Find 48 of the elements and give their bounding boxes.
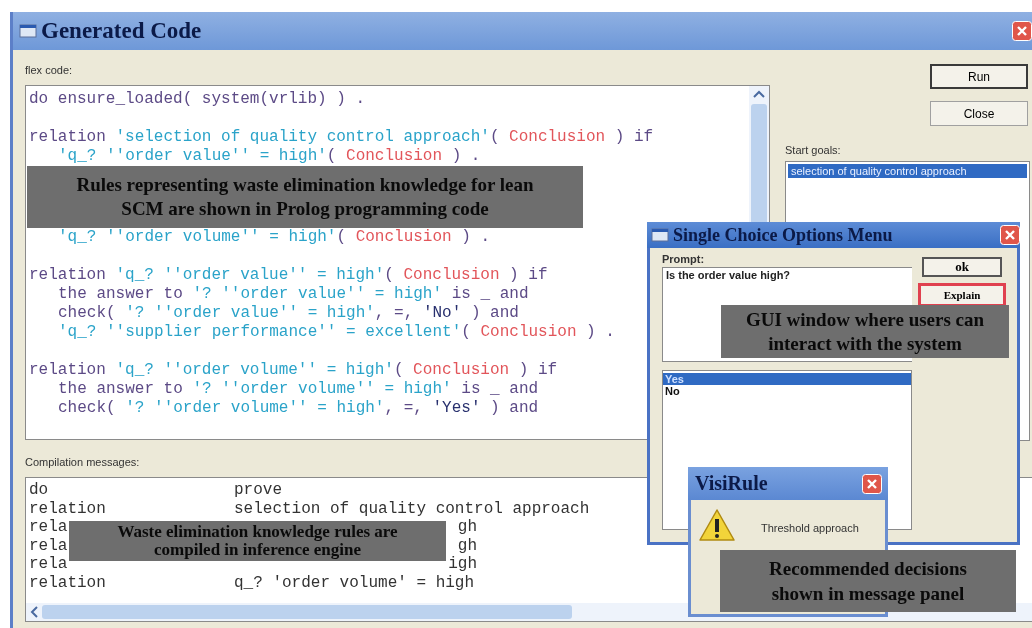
code-line: relation 'selection of quality control approach'( Conclusion ) if: [29, 127, 654, 147]
message-text: q_? 'order volume' = high: [234, 573, 475, 592]
field-label: Prompt:: [662, 253, 706, 267]
window-icon: [19, 22, 37, 40]
dialog-title: VisiRule: [695, 472, 768, 495]
list-item[interactable]: No: [663, 385, 911, 397]
message-text: selection of quality control approach: [234, 499, 590, 518]
code-line: the answer to '? ''order volume'' = high' is _ and: [57, 380, 539, 399]
message-text: prove: [234, 481, 282, 500]
annotation-callout: Waste elimination knowledge rules are compiled in inference engine: [69, 521, 446, 561]
window-title: Generated Code: [41, 18, 202, 44]
list-item[interactable]: selection of quality control approach: [788, 164, 1027, 178]
message-text: igh: [448, 555, 477, 573]
message-text: relation: [29, 499, 106, 518]
dialog-button[interactable]: ok: [922, 257, 1002, 277]
annotation-callout: GUI window where users can interact with the system: [721, 305, 1009, 358]
close-icon[interactable]: [862, 473, 882, 494]
field-label: Start goals:: [785, 144, 841, 158]
window-icon: [651, 226, 669, 244]
list-item[interactable]: Yes: [663, 373, 911, 385]
code-line: do ensure_loaded( system(vrlib) ) .: [29, 90, 366, 109]
annotation-callout: Rules representing waste elimination knowledge for lean SCM are shown in Prolog programming code: [27, 166, 583, 228]
code-line: check( '? ''order value'' = high', =, 'No' ) and: [57, 304, 519, 323]
code-line: check( '? ''order volume'' = high', =, 'Yes' ) and: [57, 399, 539, 418]
code-line: 'q_? ''order value'' = high'( Conclusion ) .: [57, 147, 481, 166]
message-text: rela: [29, 536, 68, 555]
code-line: 'q_? ''order volume'' = high'( Conclusion ) .: [57, 228, 491, 247]
message-text: gh: [457, 536, 477, 555]
message-text: gh: [457, 518, 477, 536]
close-icon[interactable]: [1000, 225, 1020, 245]
code-line: relation 'q_? ''order value'' = high'( Conclusion ) if: [29, 265, 548, 285]
dialog-title: Single Choice Options Menu: [673, 224, 893, 246]
message-text: relation: [29, 573, 106, 592]
annotation-callout: Recommended decisions shown in message panel: [720, 550, 1016, 612]
code-line: the answer to '? ''order value'' = high' is _ and: [57, 285, 529, 304]
message-text: rela: [29, 555, 68, 573]
dialog-button[interactable]: Run: [930, 64, 1028, 89]
message-text: do: [29, 481, 49, 499]
dialog-button[interactable]: Explain: [918, 283, 1006, 307]
close-icon[interactable]: [1012, 21, 1032, 41]
code-line: 'q_? ''supplier performance'' = excellent'( Conclusion ) .: [57, 323, 615, 342]
field-label: Compilation messages:: [25, 456, 141, 470]
warning-icon: [699, 508, 735, 542]
field-label: flex code:: [25, 64, 74, 78]
message-text: rela: [29, 518, 68, 536]
dialog-button[interactable]: Close: [930, 101, 1028, 126]
code-line: relation 'q_? ''order volume'' = high'( Conclusion ) if: [29, 360, 558, 380]
scrollbar-thumb[interactable]: [42, 605, 572, 619]
